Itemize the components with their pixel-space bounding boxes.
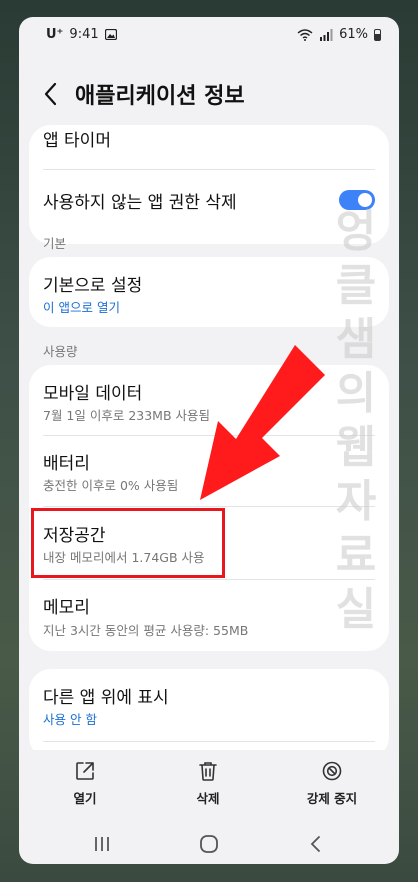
divider <box>43 741 375 742</box>
set-as-default-title: 기본으로 설정 <box>43 276 143 296</box>
open-external-icon <box>76 762 94 780</box>
back-arrow-icon[interactable] <box>41 81 61 107</box>
watermark-text: 엉클샘의웹자료실 <box>335 206 377 635</box>
system-nav-bar <box>19 822 399 864</box>
app-timer-item[interactable]: 앱 타이머 <box>29 125 389 169</box>
status-bar: U⁺ 9:41 61% <box>19 17 399 57</box>
memory-sub: 지난 3시간 동안의 평균 사용량: 55MB <box>43 623 249 638</box>
open-button[interactable]: 열기 <box>30 760 140 807</box>
section-label-default: 기본 <box>43 236 67 251</box>
bottom-action-bar: 열기 삭제 강제 중지 <box>19 750 399 818</box>
display-over-apps-title: 다른 앱 위에 표시 <box>43 688 169 708</box>
force-stop-icon <box>322 761 342 781</box>
display-over-apps-sub: 사용 안 함 <box>43 712 97 727</box>
recents-icon[interactable] <box>87 830 117 858</box>
carrier-label: U⁺ <box>46 27 64 42</box>
overlay-card: 다른 앱 위에 표시 사용 안 함 <box>29 669 389 759</box>
force-stop-label: 강제 중지 <box>306 791 358 806</box>
section-label-usage: 사용량 <box>43 344 78 359</box>
battery-sub: 충전한 이후로 0% 사용됨 <box>43 478 179 493</box>
highlight-box <box>31 508 225 578</box>
wifi-icon <box>297 28 313 41</box>
nav-back-icon[interactable] <box>301 830 331 858</box>
red-arrow-icon <box>200 345 325 500</box>
battery-percent: 61% <box>339 27 368 42</box>
app-timer-title: 앱 타이머 <box>43 131 111 151</box>
signal-icon <box>320 28 333 41</box>
delete-label: 삭제 <box>196 791 220 806</box>
delete-button[interactable]: 삭제 <box>153 760 263 807</box>
mobile-data-sub: 7월 1일 이후로 233MB 사용됨 <box>43 408 211 423</box>
memory-title: 메모리 <box>43 598 90 618</box>
set-as-default-sub: 이 앱으로 열기 <box>43 300 120 315</box>
app-bar: 애플리케이션 정보 <box>19 73 399 117</box>
gallery-notification-icon <box>104 29 117 40</box>
page-title: 애플리케이션 정보 <box>75 84 245 109</box>
status-time: 9:41 <box>69 27 99 42</box>
mobile-data-title: 모바일 데이터 <box>43 384 143 404</box>
status-right: 61% <box>297 27 381 42</box>
status-left: U⁺ 9:41 <box>46 27 117 42</box>
open-label: 열기 <box>73 791 97 806</box>
home-icon[interactable] <box>194 830 224 858</box>
remove-permissions-title: 사용하지 않는 앱 권한 삭제 <box>43 193 237 213</box>
force-stop-button[interactable]: 강제 중지 <box>277 760 387 807</box>
battery-icon <box>374 28 381 41</box>
trash-icon <box>199 762 217 781</box>
battery-title: 배터리 <box>43 454 90 474</box>
display-over-apps-item[interactable]: 다른 앱 위에 표시 사용 안 함 <box>29 669 389 741</box>
